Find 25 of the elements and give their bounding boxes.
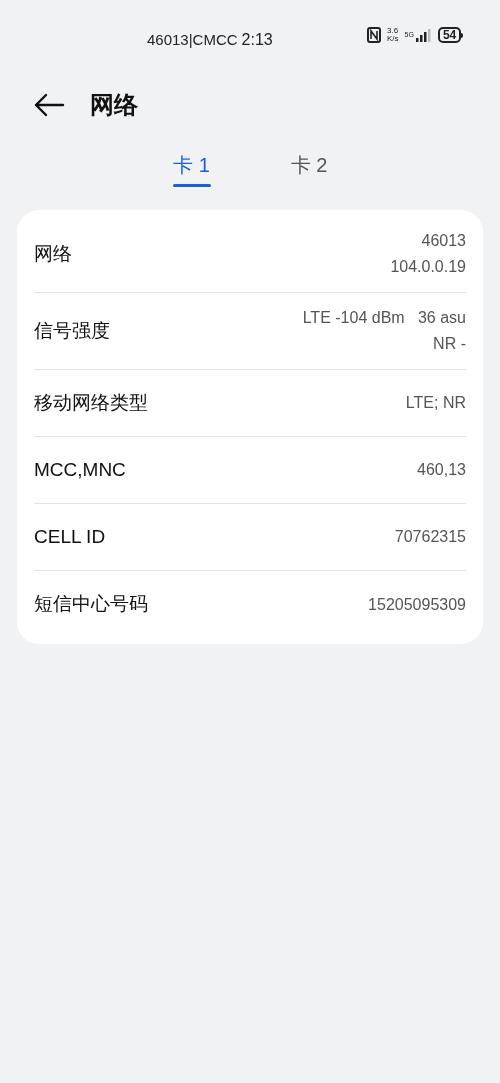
sim-tab[interactable]: 卡 1	[173, 150, 210, 180]
row-value: LTE; NR	[405, 393, 466, 413]
row-value: 15205095309	[368, 594, 466, 615]
nfc-icon	[367, 27, 381, 43]
sim-tab[interactable]: 卡 2	[290, 150, 328, 180]
row-value: 70762315	[394, 527, 466, 547]
row-label: 信号强度	[34, 318, 110, 343]
back-arrow-icon[interactable]	[33, 93, 65, 117]
row-label: 网络	[34, 241, 72, 266]
speed-value: 3.6	[387, 27, 399, 35]
battery-level: 54	[437, 27, 462, 43]
signal-icon	[415, 28, 432, 42]
row-value: LTE -104 dBm 36 asu	[302, 308, 466, 328]
row-label: CELL ID	[34, 524, 106, 549]
carrier-text: 46013|CMCC	[147, 30, 238, 50]
row-label: 短信中心号码	[34, 592, 148, 617]
row-value: 46013	[421, 231, 466, 251]
speed-unit: K/s	[387, 35, 399, 43]
page-title: 网络	[90, 90, 138, 120]
row-value: 104.0.0.19	[390, 257, 466, 277]
row-label: 移动网络类型	[34, 390, 148, 415]
row-label: MCC,MNC	[34, 457, 126, 482]
row-value: 460,13	[417, 460, 466, 480]
clock-time: 2:13	[241, 30, 273, 50]
row-value: NR -	[433, 334, 466, 354]
